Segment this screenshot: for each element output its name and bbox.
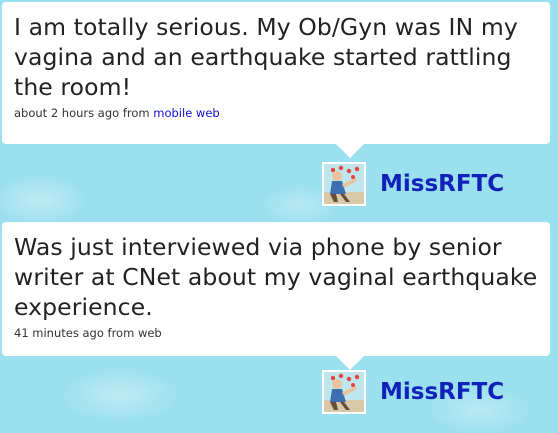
tweet-timestamp: 41 minutes ago from web (14, 326, 162, 340)
tweet-meta: about 2 hours ago from mobile web (14, 106, 538, 120)
tweet-author: MissRFTC (322, 370, 504, 414)
username-link[interactable]: MissRFTC (380, 171, 504, 197)
tweet-author: MissRFTC (322, 162, 504, 206)
tweet-meta: 41 minutes ago from web (14, 326, 538, 340)
avatar-icon (324, 164, 364, 204)
avatar-icon (324, 372, 364, 412)
avatar[interactable] (322, 162, 366, 206)
tweet-bubble: Was just interviewed via phone by senior… (2, 222, 550, 370)
avatar[interactable] (322, 370, 366, 414)
tweet-source-link[interactable]: mobile web (153, 106, 219, 120)
tweet-bubble: I am totally serious. My Ob/Gyn was IN m… (2, 2, 550, 158)
username-link[interactable]: MissRFTC (380, 379, 504, 405)
tweet-text: Was just interviewed via phone by senior… (14, 233, 538, 321)
tweet-timestamp: about 2 hours ago from (14, 106, 150, 120)
tweet-text: I am totally serious. My Ob/Gyn was IN m… (14, 13, 518, 101)
